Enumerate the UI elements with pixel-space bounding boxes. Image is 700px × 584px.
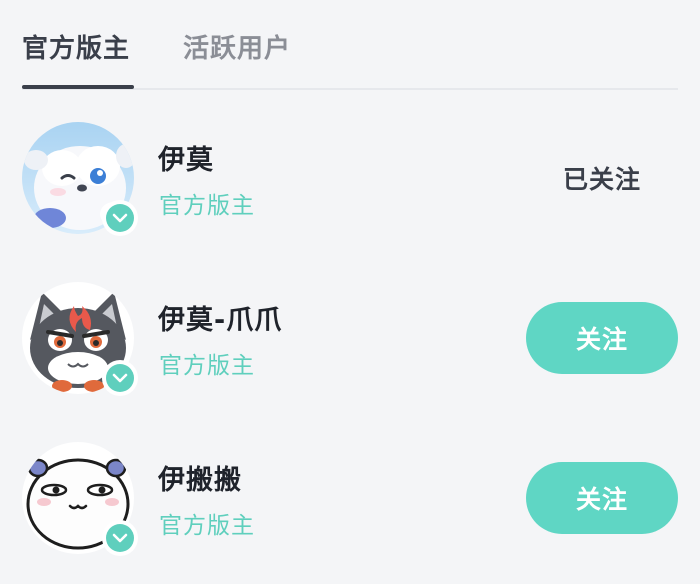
moderator-role: 官方版主 [159,513,255,539]
moderator-name[interactable]: 伊莫-爪爪 [158,298,282,337]
chevron-down-icon [112,533,128,543]
avatar[interactable] [22,442,138,556]
follow-button[interactable]: 关注 [526,462,678,534]
moderator-name[interactable]: 伊莫 [158,138,214,177]
tab-bar: 官方版主 活跃用户 [0,0,700,90]
followed-button[interactable]: 已关注 [526,142,678,214]
moderator-row: 伊莫 官方版主 已关注 [0,120,700,260]
verified-badge [102,520,138,556]
follow-button[interactable]: 关注 [526,302,678,374]
tab-official-moderators[interactable]: 官方版主 [22,28,130,65]
moderator-name[interactable]: 伊搬搬 [158,458,242,497]
verified-badge [102,360,138,396]
tab-active-users[interactable]: 活跃用户 [183,28,291,65]
moderator-role: 官方版主 [159,193,255,219]
moderator-row: 伊搬搬 官方版主 关注 [0,440,700,580]
avatar[interactable] [22,282,138,396]
chevron-down-icon [112,213,128,223]
active-tab-indicator [22,85,134,89]
verified-badge [102,200,138,236]
moderator-row: 伊莫-爪爪 官方版主 关注 [0,280,700,420]
moderator-role: 官方版主 [159,353,255,379]
avatar[interactable] [22,122,138,236]
chevron-down-icon [112,373,128,383]
